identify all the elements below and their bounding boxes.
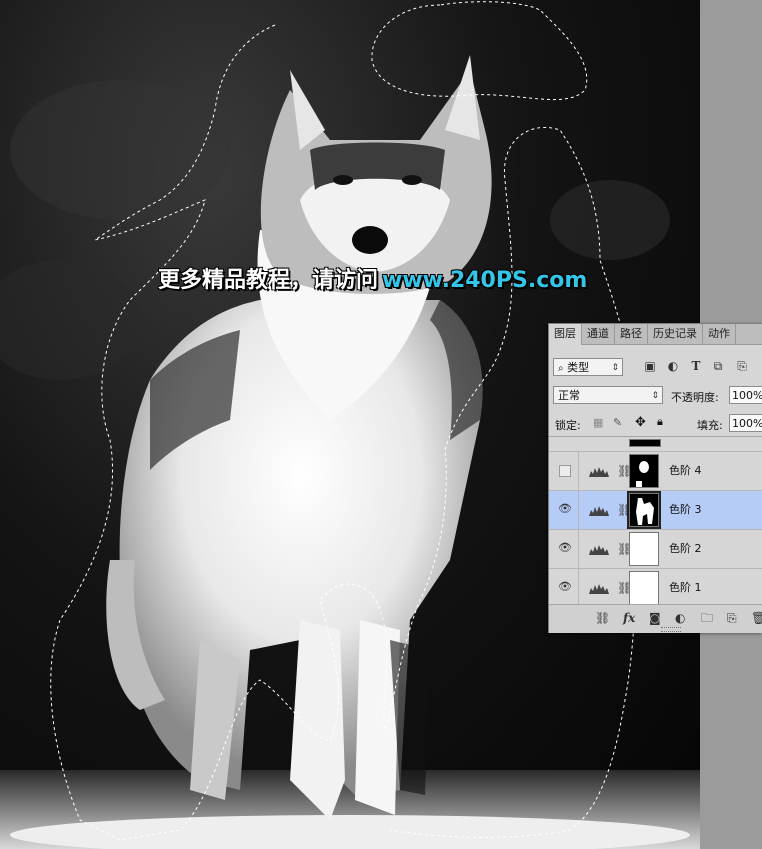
shape-filter-icon[interactable]: ⧉ <box>711 359 725 373</box>
tab-channels[interactable]: 通道 <box>582 324 615 344</box>
layer-name[interactable]: 色阶 2 <box>669 542 702 556</box>
layer-mask-thumbnail[interactable] <box>629 571 659 605</box>
layer-list: ⛓︎ 色阶 4 👁︎ ⛓︎ 色阶 3 👁︎ ⛓︎ 色阶 2 👁︎ ⛓︎ 色阶 1 <box>549 436 762 605</box>
new-adjustment-icon[interactable]: ◐ <box>675 611 685 625</box>
layer-row[interactable]: 👁︎ ⛓︎ 色阶 1 <box>549 568 762 605</box>
layers-panel: 图层 通道 路径 历史记录 动作 ⌕ 类型 ⇕ ▣ ◐ T ⧉ ⎘ 正常 ⇕ 不… <box>548 323 762 633</box>
visibility-toggle[interactable]: 👁︎ <box>549 569 579 605</box>
link-layers-icon[interactable]: ⛓︎ <box>595 611 610 625</box>
levels-icon <box>589 545 609 555</box>
layer-row[interactable]: ⛓︎ 色阶 4 <box>549 451 762 490</box>
watermark-cn: 更多精品教程，请访问 <box>158 268 379 293</box>
new-layer-icon[interactable]: ⎘ <box>727 611 737 625</box>
layer-name[interactable]: 色阶 3 <box>669 503 702 517</box>
levels-icon <box>589 584 609 594</box>
eye-icon: 👁︎ <box>558 580 572 593</box>
visibility-toggle[interactable] <box>549 452 579 490</box>
watermark-text: 更多精品教程，请访问 www.240PS.com <box>158 266 587 296</box>
lock-transparent-icon[interactable]: ▦ <box>593 416 603 429</box>
layer-name[interactable]: 色阶 4 <box>669 464 702 478</box>
tab-layers[interactable]: 图层 <box>549 324 582 345</box>
smart-object-filter-icon[interactable]: ⎘ <box>735 359 749 373</box>
new-group-icon[interactable]: 🗀︎ <box>701 611 713 625</box>
tab-history[interactable]: 历史记录 <box>648 324 703 344</box>
layer-filter-select[interactable]: ⌕ 类型 ⇕ <box>553 358 623 376</box>
filter-kind-label: 类型 <box>567 361 590 374</box>
levels-icon <box>589 506 609 516</box>
updown-arrow-icon: ⇕ <box>651 391 659 401</box>
tab-actions[interactable]: 动作 <box>703 324 736 344</box>
layer-row[interactable]: 👁︎ ⛓︎ 色阶 2 <box>549 529 762 568</box>
levels-icon <box>589 467 609 477</box>
search-icon: ⌕ <box>558 363 564 374</box>
eye-icon: 👁︎ <box>558 502 572 515</box>
add-mask-icon[interactable]: ◙ <box>649 611 661 625</box>
tab-paths[interactable]: 路径 <box>615 324 648 344</box>
panel-tabbar: 图层 通道 路径 历史记录 动作 <box>549 324 762 345</box>
layer-row-selected[interactable]: 👁︎ ⛓︎ 色阶 3 <box>549 490 762 529</box>
lock-label: 锁定: <box>555 419 581 432</box>
blend-mode-select[interactable]: 正常 ⇕ <box>553 386 663 404</box>
layer-name[interactable]: 色阶 1 <box>669 581 702 595</box>
delete-icon[interactable]: 🗑︎ <box>751 611 762 625</box>
adjustment-filter-icon[interactable]: ◐ <box>666 359 680 373</box>
updown-arrow-icon: ⇕ <box>611 363 619 373</box>
lock-move-icon[interactable]: ✥ <box>635 415 646 430</box>
panel-footer: ⛓︎ fx ◙ ◐ 🗀︎ ⎘ 🗑︎ <box>549 604 762 633</box>
opacity-label: 不透明度: <box>671 391 719 404</box>
fx-icon[interactable]: fx <box>623 611 635 625</box>
visibility-off-icon <box>559 465 571 477</box>
image-filter-icon[interactable]: ▣ <box>643 359 657 373</box>
lock-all-icon[interactable]: 🔒︎ <box>657 415 663 429</box>
fill-label: 填充: <box>697 419 723 432</box>
layer-mask-thumbnail[interactable] <box>629 454 659 488</box>
blend-mode-value: 正常 <box>558 389 580 402</box>
lock-brush-icon[interactable]: ✎ <box>613 416 622 429</box>
layer-mask-thumbnail[interactable] <box>627 491 661 529</box>
type-filter-icon[interactable]: T <box>689 359 703 373</box>
visibility-toggle[interactable]: 👁︎ <box>549 530 579 568</box>
opacity-input[interactable]: 100% <box>729 386 762 404</box>
layer-mask-thumbnail[interactable] <box>629 532 659 566</box>
fill-input[interactable]: 100% <box>729 414 762 432</box>
eye-icon: 👁︎ <box>558 541 572 554</box>
resize-grip[interactable] <box>661 627 681 632</box>
visibility-toggle[interactable]: 👁︎ <box>549 491 579 529</box>
watermark-url: www.240PS.com <box>382 268 588 293</box>
